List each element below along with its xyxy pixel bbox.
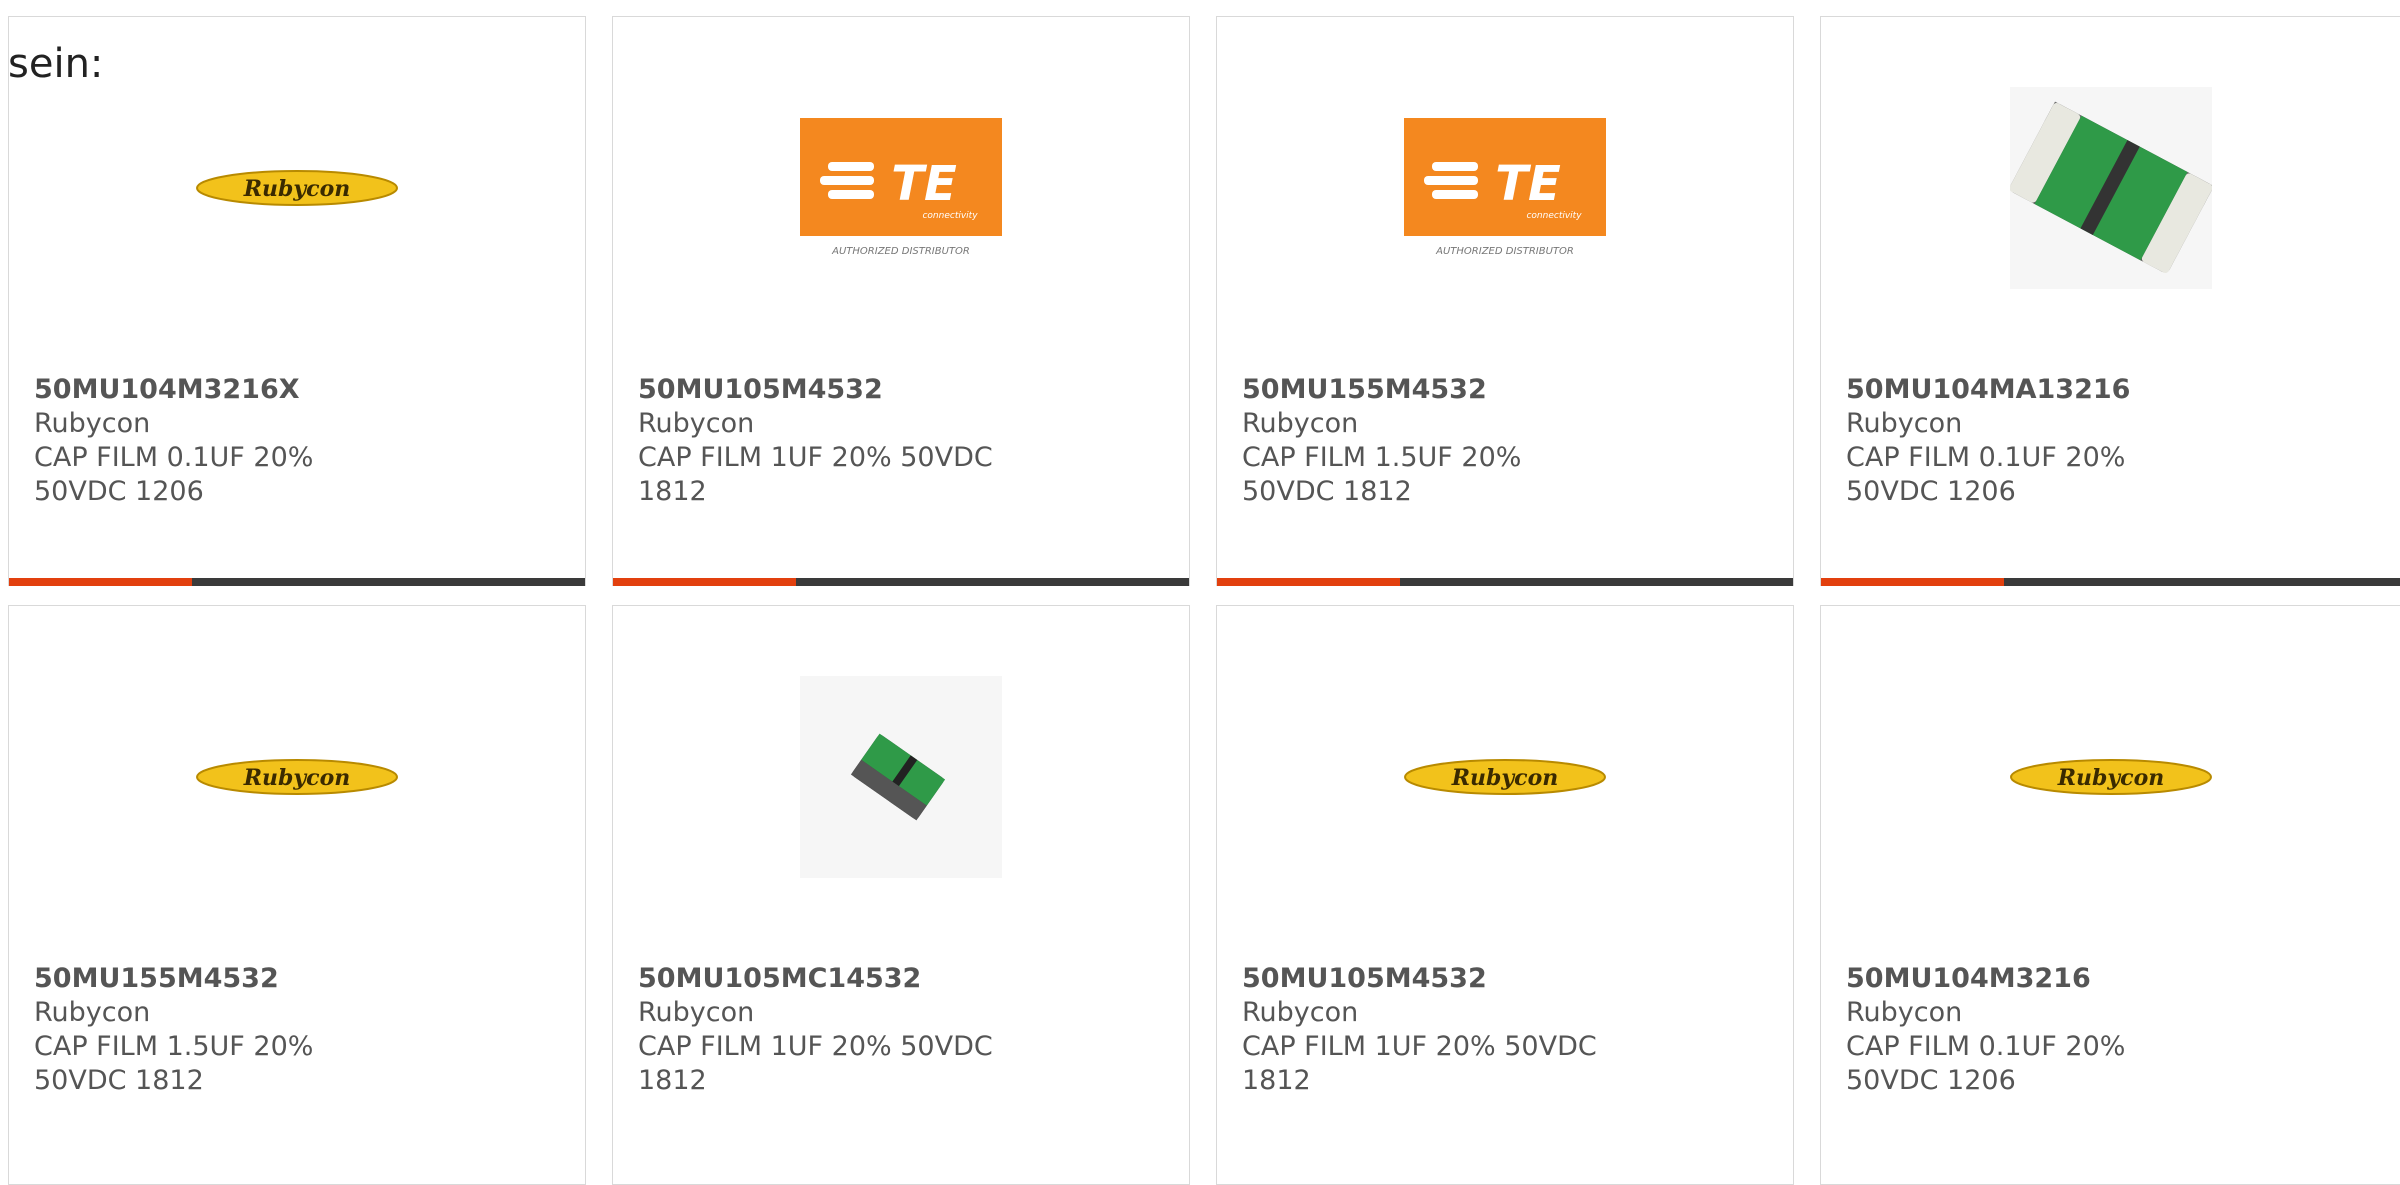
part-number[interactable]: 50MU105M4532 [1242, 962, 1642, 996]
part-number[interactable]: 50MU104M3216 [1846, 962, 2246, 996]
description: CAP FILM 0.1UF 20% 50VDC 1206 [1846, 442, 2126, 507]
description: CAP FILM 0.1UF 20% 50VDC 1206 [34, 442, 314, 507]
rubycon-logo: Rubycon [2009, 759, 2212, 795]
product-card[interactable]: 50MU104MA13216 Rubycon CAP FILM 0.1UF 20… [1820, 16, 2400, 586]
chip-capacitor-large-image [2009, 87, 2212, 289]
manufacturer: Rubycon [34, 408, 151, 439]
manufacturer: Rubycon [638, 997, 755, 1028]
product-card[interactable]: Rubycon 50MU155M4532 Rubycon CAP FILM 1.… [8, 605, 586, 1185]
product-image[interactable] [800, 676, 1002, 878]
rubycon-logo: Rubycon [196, 759, 398, 795]
card-bar [613, 578, 1189, 586]
manufacturer: Rubycon [1242, 408, 1359, 439]
svg-text:AUTHORIZED DISTRIBUTOR: AUTHORIZED DISTRIBUTOR [1435, 246, 1574, 257]
rubycon-logo: Rubycon [1404, 759, 1606, 795]
product-image[interactable] [2009, 87, 2212, 289]
svg-text:TE: TE [1495, 156, 1561, 212]
part-number[interactable]: 50MU105M4532 [638, 373, 1038, 407]
description: CAP FILM 1UF 20% 50VDC 1812 [638, 1031, 993, 1096]
svg-text:TE: TE [891, 156, 957, 212]
part-number[interactable]: 50MU104MA13216 [1846, 373, 2246, 407]
card-bar [1821, 578, 2400, 586]
product-card[interactable]: TE connectivity AUTHORIZED DISTRIBUTOR 5… [1216, 16, 1794, 586]
product-image[interactable]: Rubycon [1404, 676, 1606, 878]
rubycon-logo: Rubycon [196, 170, 398, 206]
manufacturer: Rubycon [1846, 997, 1963, 1028]
product-image[interactable]: TE connectivity AUTHORIZED DISTRIBUTOR [800, 87, 1002, 289]
description: CAP FILM 0.1UF 20% 50VDC 1206 [1846, 1031, 2126, 1096]
product-card[interactable]: Rubycon 50MU104M3216X Rubycon CAP FILM 0… [8, 16, 586, 586]
te-logo: TE connectivity AUTHORIZED DISTRIBUTOR [1404, 118, 1606, 257]
svg-text:connectivity: connectivity [922, 211, 978, 221]
part-number[interactable]: 50MU104M3216X [34, 373, 434, 407]
svg-text:Rubycon: Rubycon [243, 765, 351, 791]
svg-text:AUTHORIZED DISTRIBUTOR: AUTHORIZED DISTRIBUTOR [831, 246, 970, 257]
description: CAP FILM 1UF 20% 50VDC 1812 [638, 442, 993, 507]
part-number[interactable]: 50MU155M4532 [1242, 373, 1642, 407]
svg-text:Rubycon: Rubycon [243, 176, 351, 202]
product-image[interactable]: Rubycon [196, 676, 398, 878]
description: CAP FILM 1UF 20% 50VDC 1812 [1242, 1031, 1597, 1096]
manufacturer: Rubycon [1242, 997, 1359, 1028]
description: CAP FILM 1.5UF 20% 50VDC 1812 [1242, 442, 1522, 507]
svg-text:connectivity: connectivity [1526, 211, 1582, 221]
product-card[interactable]: TE connectivity AUTHORIZED DISTRIBUTOR 5… [612, 16, 1190, 586]
manufacturer: Rubycon [638, 408, 755, 439]
part-number[interactable]: 50MU105MC14532 [638, 962, 1038, 996]
description: CAP FILM 1.5UF 20% 50VDC 1812 [34, 1031, 314, 1096]
svg-text:Rubycon: Rubycon [2056, 765, 2164, 791]
card-bar [9, 578, 585, 586]
chip-capacitor-small-image [800, 676, 1002, 878]
product-card[interactable]: Rubycon 50MU105M4532 Rubycon CAP FILM 1U… [1216, 605, 1794, 1185]
product-image[interactable]: Rubycon [2009, 676, 2212, 878]
te-logo: TE connectivity AUTHORIZED DISTRIBUTOR [800, 118, 1002, 257]
section-heading: sein: [8, 41, 104, 87]
manufacturer: Rubycon [1846, 408, 1963, 439]
part-number[interactable]: 50MU155M4532 [34, 962, 434, 996]
product-card[interactable]: Rubycon 50MU104M3216 Rubycon CAP FILM 0.… [1820, 605, 2400, 1185]
product-card[interactable]: 50MU105MC14532 Rubycon CAP FILM 1UF 20% … [612, 605, 1190, 1185]
card-bar [1217, 578, 1793, 586]
manufacturer: Rubycon [34, 997, 151, 1028]
svg-text:Rubycon: Rubycon [1451, 765, 1559, 791]
product-image[interactable]: Rubycon [196, 87, 398, 289]
product-image[interactable]: TE connectivity AUTHORIZED DISTRIBUTOR [1404, 87, 1606, 289]
